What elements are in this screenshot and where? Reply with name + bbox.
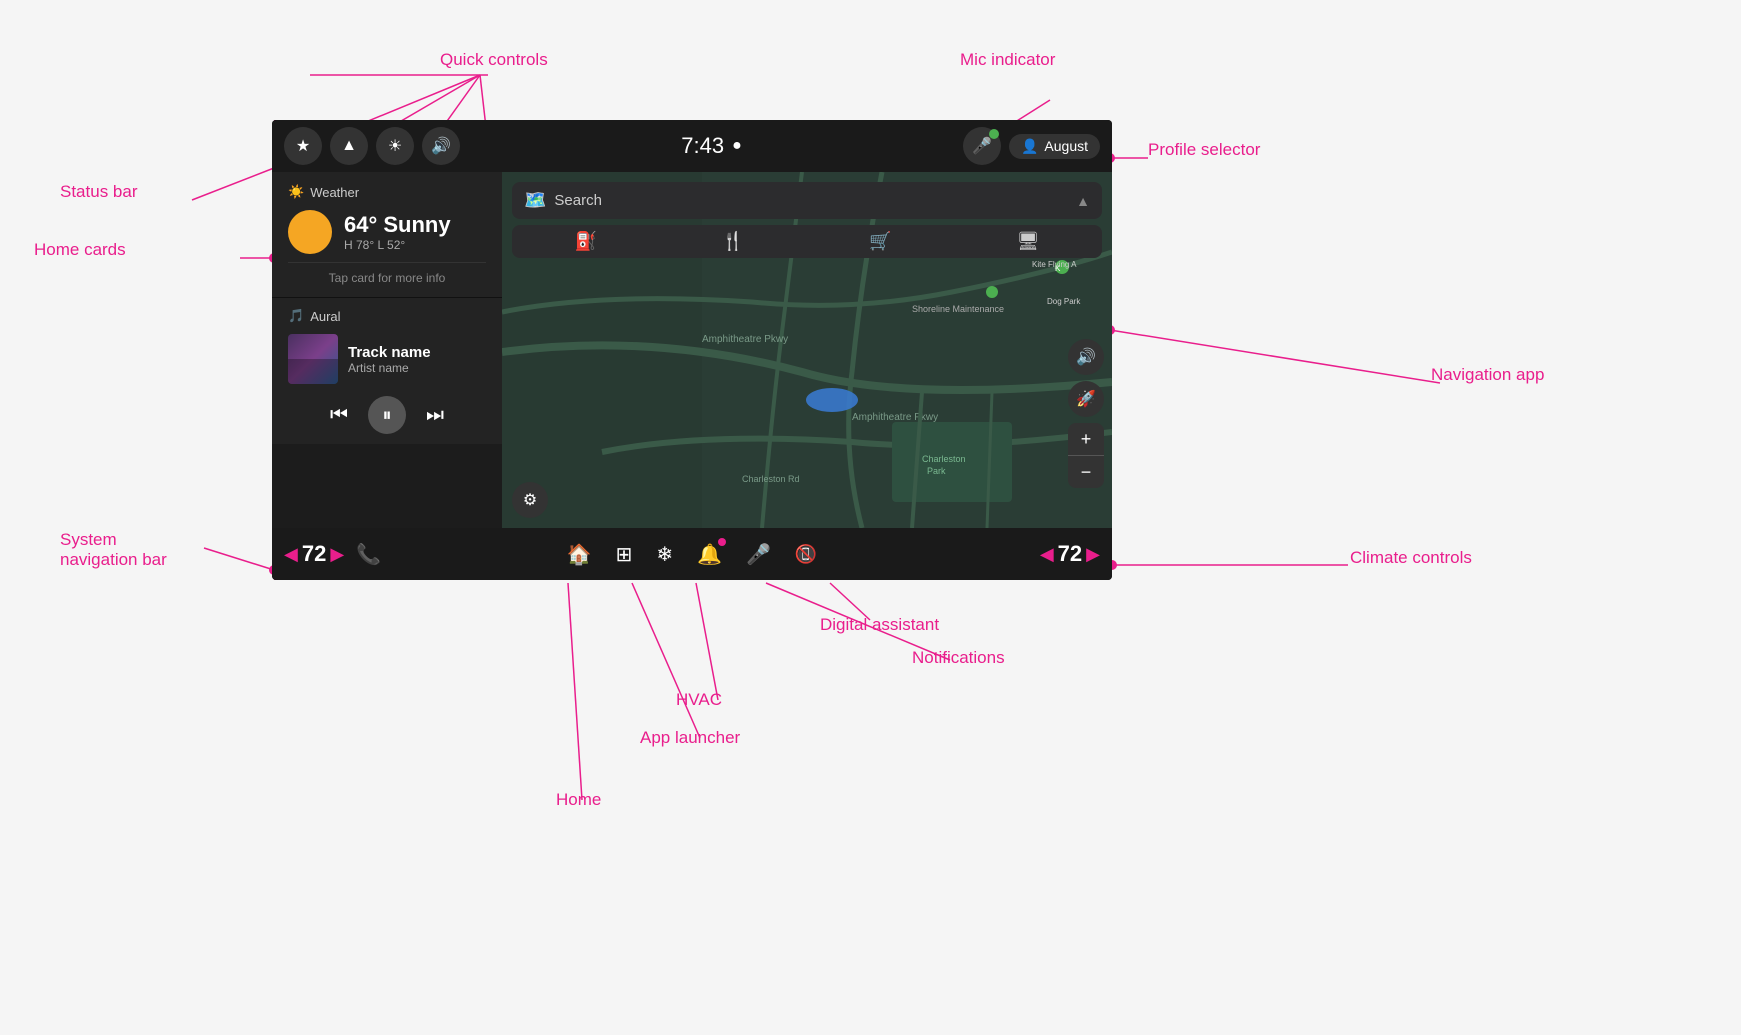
next-button[interactable]: ⏭ xyxy=(426,404,444,427)
bluetooth-icon[interactable]: ★ xyxy=(284,127,322,165)
temperature-display: 64° Sunny xyxy=(344,212,451,238)
artist-name: Artist name xyxy=(348,361,486,375)
weather-title: ☀️ Weather xyxy=(288,184,486,200)
zoom-control: + − xyxy=(1068,423,1104,488)
system-nav-bar: ◀ 72 ▶ 📞 🏠 ⊞ ❄ 🔔 🎤 📵 ◀ 72 ▶ xyxy=(272,528,1112,580)
play-pause-button[interactable]: ⏸ xyxy=(368,396,406,434)
navigation-app-annotation: Navigation app xyxy=(1431,365,1544,385)
zoom-out-button[interactable]: − xyxy=(1068,456,1104,488)
notifications-button[interactable]: 🔔 xyxy=(697,542,722,567)
status-bar-annotation: Status bar xyxy=(60,182,138,202)
temp-increase-right-button[interactable]: ▶ xyxy=(1086,544,1100,565)
map-search-overlay: 🗺️ Search ▲ ⛽ 🍴 🛒 🖥 xyxy=(512,182,1102,258)
climate-controls-annotation: Climate controls xyxy=(1350,548,1472,568)
maps-icon: 🗺️ xyxy=(524,190,546,211)
car-ui: ★ ▲ ☀ 🔊 7:43 ● 🎤 👤 August xyxy=(272,120,1112,580)
call-end-button[interactable]: 📵 xyxy=(795,544,817,565)
status-bar-center: 7:43 ● xyxy=(681,133,742,159)
track-name: Track name xyxy=(348,344,486,361)
home-nav-button[interactable]: 🏠 xyxy=(567,542,592,567)
music-controls: ⏮ ⏸ ⏭ xyxy=(288,396,486,434)
fuel-category-icon[interactable]: ⛽ xyxy=(574,231,596,252)
left-climate-control: ◀ 72 ▶ 📞 xyxy=(272,541,422,567)
sun-icon xyxy=(288,210,332,254)
high-low-display: H 78° L 52° xyxy=(344,238,451,252)
profile-selector-annotation: Profile selector xyxy=(1148,140,1260,160)
svg-text:Amphitheatre Pkwy: Amphitheatre Pkwy xyxy=(702,334,788,345)
status-bar: ★ ▲ ☀ 🔊 7:43 ● 🎤 👤 August xyxy=(272,120,1112,172)
volume-map-button[interactable]: 🔊 xyxy=(1068,339,1104,375)
location-map-button[interactable]: 🚀 xyxy=(1068,381,1104,417)
map-settings-button[interactable]: ⚙ xyxy=(512,482,548,518)
app-launcher-annotation: App launcher xyxy=(640,728,740,748)
status-bar-right: 🎤 👤 August xyxy=(963,127,1100,165)
music-app-icon: 🎵 xyxy=(288,308,304,324)
mic-button[interactable]: 🎤 xyxy=(963,127,1001,165)
signal-icon[interactable]: ▲ xyxy=(330,127,368,165)
phone-icon: 📞 xyxy=(356,542,381,567)
svg-text:Dog Park: Dog Park xyxy=(1047,297,1081,306)
weather-tap-hint: Tap card for more info xyxy=(288,262,486,285)
brightness-icon[interactable]: ☀ xyxy=(376,127,414,165)
svg-text:Park: Park xyxy=(927,466,946,476)
shopping-category-icon[interactable]: 🛒 xyxy=(869,231,891,252)
temp-increase-left-button[interactable]: ▶ xyxy=(330,544,344,565)
search-text: Search xyxy=(554,192,1068,209)
temp-decrease-left-button[interactable]: ◀ xyxy=(284,544,298,565)
weather-main: 64° Sunny H 78° L 52° xyxy=(288,210,486,254)
mic-indicator-annotation: Mic indicator xyxy=(960,50,1055,70)
search-chevron-icon: ▲ xyxy=(1076,193,1090,209)
previous-button[interactable]: ⏮ xyxy=(330,404,348,427)
svg-text:Kite Flying A: Kite Flying A xyxy=(1032,260,1077,269)
profile-icon: 👤 xyxy=(1021,138,1038,155)
hvac-button[interactable]: ❄ xyxy=(656,542,673,567)
right-climate-control: ◀ 72 ▶ xyxy=(962,541,1112,567)
notifications-annotation: Notifications xyxy=(912,648,1005,668)
svg-text:Charleston: Charleston xyxy=(922,454,966,464)
location-icon: ● xyxy=(732,137,742,155)
mic-active-dot xyxy=(989,129,999,139)
volume-icon[interactable]: 🔊 xyxy=(422,127,460,165)
svg-text:Shoreline Maintenance: Shoreline Maintenance xyxy=(912,304,1004,314)
weather-card[interactable]: ☀️ Weather 64° Sunny H 78° L 52° Tap car… xyxy=(272,172,502,298)
map-categories: ⛽ 🍴 🛒 🖥 xyxy=(512,225,1102,258)
system-nav-annotation: System navigation bar xyxy=(60,530,167,570)
app-launcher-button[interactable]: ⊞ xyxy=(616,542,633,567)
digital-assistant-annotation: Digital assistant xyxy=(820,615,939,635)
weather-icon: ☀️ xyxy=(288,184,304,200)
home-annotation: Home xyxy=(556,790,601,810)
notification-badge xyxy=(718,538,726,546)
sidebar: ☀️ Weather 64° Sunny H 78° L 52° Tap car… xyxy=(272,172,502,528)
map-area: Amphitheatre Pkwy Amphitheatre Pkwy Char… xyxy=(502,172,1112,528)
svg-text:Amphitheatre Pkwy: Amphitheatre Pkwy xyxy=(852,412,938,423)
profile-name: August xyxy=(1044,138,1088,154)
digital-assistant-button[interactable]: 🎤 xyxy=(746,542,771,567)
temp-decrease-right-button[interactable]: ◀ xyxy=(1040,544,1054,565)
weather-text: 64° Sunny H 78° L 52° xyxy=(344,212,451,252)
map-right-controls: 🔊 🚀 + − xyxy=(1068,339,1104,488)
zoom-in-button[interactable]: + xyxy=(1068,423,1104,455)
coffee-category-icon[interactable]: 🖥 xyxy=(1017,231,1040,252)
album-art xyxy=(288,334,338,384)
restaurant-category-icon[interactable]: 🍴 xyxy=(722,231,744,252)
svg-text:Charleston Rd: Charleston Rd xyxy=(742,474,800,484)
temp-display-right: 72 xyxy=(1058,541,1082,567)
time-display: 7:43 xyxy=(681,133,724,159)
temp-display-left: 72 xyxy=(302,541,326,567)
profile-selector-button[interactable]: 👤 August xyxy=(1009,134,1100,159)
music-info: Track name Artist name xyxy=(288,334,486,384)
music-text: Track name Artist name xyxy=(348,344,486,375)
search-bar[interactable]: 🗺️ Search ▲ xyxy=(512,182,1102,219)
music-app-title: 🎵 Aural xyxy=(288,308,486,324)
hvac-annotation: HVAC xyxy=(676,690,722,710)
quick-controls-label: Quick controls xyxy=(440,50,548,70)
music-card[interactable]: 🎵 Aural Track name Artist name ⏮ ⏸ ⏭ xyxy=(272,298,502,444)
status-bar-left: ★ ▲ ☀ 🔊 xyxy=(284,127,460,165)
nav-center: 🏠 ⊞ ❄ 🔔 🎤 📵 xyxy=(422,542,962,567)
home-cards-annotation: Home cards xyxy=(34,240,126,260)
